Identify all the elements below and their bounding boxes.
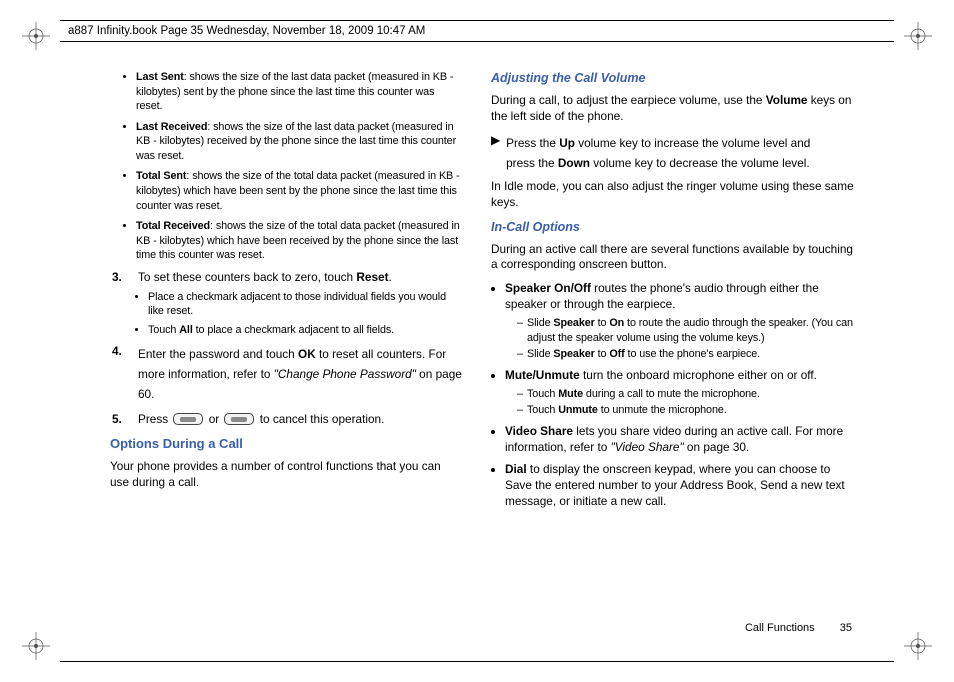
subsection-adjusting-call-volume: Adjusting the Call Volume bbox=[491, 70, 854, 87]
in-call-bullets: Speaker On/Off routes the phone's audio … bbox=[491, 281, 854, 509]
send-key-icon bbox=[173, 413, 203, 425]
registration-mark-icon bbox=[22, 632, 50, 660]
arrow-icon: ▶ bbox=[491, 133, 500, 173]
page-body: Last Sent: shows the size of the last da… bbox=[100, 70, 854, 624]
para-idle-mode: In Idle mode, you can also adjust the ri… bbox=[491, 179, 854, 211]
section1-para: Your phone provides a number of control … bbox=[100, 459, 463, 491]
page-footer: Call Functions 35 bbox=[745, 622, 852, 634]
list-item: Speaker On/Off routes the phone's audio … bbox=[505, 281, 854, 362]
section-heading-options-during-call: Options During a Call bbox=[110, 435, 463, 453]
arrow-step: ▶ Press the Up volume key to increase th… bbox=[491, 133, 854, 173]
crop-footer-line bbox=[60, 661, 894, 662]
sub-item: Touch Unmute to unmute the microphone. bbox=[517, 403, 854, 418]
registration-mark-icon bbox=[904, 22, 932, 50]
registration-mark-icon bbox=[904, 632, 932, 660]
list-item: Total Sent: shows the size of the total … bbox=[136, 169, 463, 213]
counter-bullet-list: Last Sent: shows the size of the last da… bbox=[100, 70, 463, 263]
arrow-text: Press the Up volume key to increase the … bbox=[506, 133, 810, 173]
list-item: Last Received: shows the size of the las… bbox=[136, 120, 463, 164]
sub-item: Slide Speaker to On to route the audio t… bbox=[517, 316, 854, 345]
sub-item: Slide Speaker to Off to use the phone's … bbox=[517, 347, 854, 362]
step3-sub-bullets: Place a checkmark adjacent to those indi… bbox=[100, 290, 463, 338]
list-item: Video Share lets you share video during … bbox=[505, 424, 854, 456]
footer-section: Call Functions bbox=[745, 622, 815, 634]
para-in-call: During an active call there are several … bbox=[491, 242, 854, 274]
list-item: Mute/Unmute turn the onboard microphone … bbox=[505, 368, 854, 418]
list-item: Last Sent: shows the size of the last da… bbox=[136, 70, 463, 114]
list-item: Touch All to place a checkmark adjacent … bbox=[148, 323, 463, 338]
right-column: Adjusting the Call Volume During a call,… bbox=[491, 70, 854, 624]
step-text: To set these counters back to zero, touc… bbox=[138, 270, 463, 286]
left-column: Last Sent: shows the size of the last da… bbox=[100, 70, 463, 624]
step-5: 5. Press or to cancel this operation. bbox=[100, 412, 463, 428]
step-number: 3. bbox=[112, 270, 128, 286]
list-item: Total Received: shows the size of the to… bbox=[136, 219, 463, 263]
step-4: 4. Enter the password and touch OK to re… bbox=[100, 344, 463, 404]
list-item: Dial to display the onscreen keypad, whe… bbox=[505, 462, 854, 510]
step-text: Enter the password and touch OK to reset… bbox=[138, 344, 463, 404]
footer-page-number: 35 bbox=[840, 622, 852, 634]
step-text: Press or to cancel this operation. bbox=[138, 412, 463, 428]
step-number: 5. bbox=[112, 412, 128, 428]
crop-header: a887 Infinity.book Page 35 Wednesday, No… bbox=[60, 20, 894, 42]
list-item: Place a checkmark adjacent to those indi… bbox=[148, 290, 463, 319]
step-3: 3. To set these counters back to zero, t… bbox=[100, 270, 463, 286]
end-key-icon bbox=[224, 413, 254, 425]
subsection-in-call-options: In-Call Options bbox=[491, 219, 854, 236]
sub-item: Touch Mute during a call to mute the mic… bbox=[517, 387, 854, 402]
para: During a call, to adjust the earpiece vo… bbox=[491, 93, 854, 125]
registration-mark-icon bbox=[22, 22, 50, 50]
crop-header-text: a887 Infinity.book Page 35 Wednesday, No… bbox=[68, 25, 425, 37]
step-number: 4. bbox=[112, 344, 128, 404]
